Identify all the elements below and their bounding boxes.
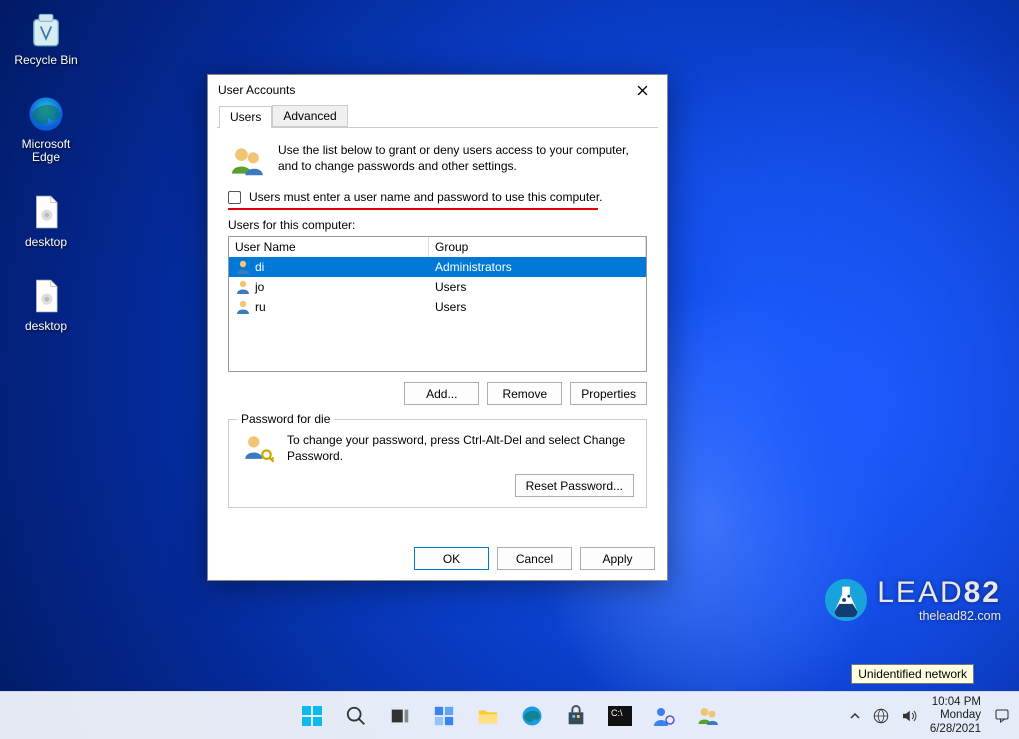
edge-taskbar-button[interactable] <box>512 696 552 736</box>
tab-pane-users: Use the list below to grant or deny user… <box>208 128 667 536</box>
user-row[interactable]: ru Users <box>229 297 646 317</box>
search-icon <box>345 705 367 727</box>
user-group-cell: Users <box>429 278 646 296</box>
users-icon <box>696 704 720 728</box>
folder-icon <box>476 705 500 727</box>
task-view-icon <box>389 705 411 727</box>
speaker-icon <box>900 707 918 725</box>
recycle-bin-icon <box>25 9 67 51</box>
password-group-label: Password for die <box>237 412 334 426</box>
file-icon <box>25 275 67 317</box>
flask-icon <box>823 577 869 623</box>
user-row[interactable]: di Administrators <box>229 257 646 277</box>
password-text: To change your password, press Ctrl-Alt-… <box>287 432 634 466</box>
user-accounts-taskbar-button[interactable] <box>688 696 728 736</box>
clock-time: 10:04 PM <box>930 696 981 709</box>
volume-tray-icon[interactable] <box>898 705 920 727</box>
edge-icon <box>25 93 67 135</box>
key-user-icon <box>241 432 275 466</box>
windows-icon <box>300 704 324 728</box>
user-name-cell: jo <box>255 280 264 294</box>
user-icon <box>235 299 251 315</box>
cancel-button[interactable]: Cancel <box>497 547 572 570</box>
file-icon <box>25 191 67 233</box>
autologon-checkbox[interactable] <box>228 191 241 204</box>
edge-icon <box>520 704 544 728</box>
desktop-icons: Recycle Bin Microsoft Edge desktop deskt… <box>8 5 84 337</box>
system-tray: 10:04 PM Monday 6/28/2021 <box>846 692 1013 739</box>
tabstrip: Users Advanced <box>217 105 658 128</box>
network-tray-icon[interactable] <box>870 705 892 727</box>
close-icon <box>637 85 648 96</box>
explorer-button[interactable] <box>468 696 508 736</box>
store-icon <box>565 705 587 727</box>
desktop-icon-edge[interactable]: Microsoft Edge <box>8 89 84 168</box>
search-button[interactable] <box>336 696 376 736</box>
desktop-icon-file[interactable]: desktop <box>8 271 84 337</box>
user-group-cell: Administrators <box>429 258 646 276</box>
users-icon <box>228 142 266 180</box>
notification-icon <box>993 707 1011 725</box>
autologon-checkbox-label[interactable]: Users must enter a user name and passwor… <box>249 190 603 204</box>
desktop-icon-label: desktop <box>25 320 67 333</box>
desktop-icon-label: Microsoft Edge <box>8 138 84 164</box>
add-button[interactable]: Add... <box>404 382 479 405</box>
desktop-icon-label: Recycle Bin <box>14 54 77 67</box>
user-name-cell: ru <box>255 300 266 314</box>
tray-clock[interactable]: 10:04 PM Monday 6/28/2021 <box>930 696 981 736</box>
store-button[interactable] <box>556 696 596 736</box>
user-list-buttons: Add... Remove Properties <box>228 382 647 405</box>
tray-overflow-button[interactable] <box>846 705 864 727</box>
autologon-checkbox-row: Users must enter a user name and passwor… <box>228 190 647 204</box>
user-list-header[interactable]: User Name Group <box>229 237 646 257</box>
desktop-icon-label: desktop <box>25 236 67 249</box>
desktop-icon-file[interactable]: desktop <box>8 187 84 253</box>
user-row[interactable]: jo Users <box>229 277 646 297</box>
task-view-button[interactable] <box>380 696 420 736</box>
tab-users[interactable]: Users <box>219 106 272 128</box>
user-icon <box>235 279 251 295</box>
start-button[interactable] <box>292 696 332 736</box>
reset-password-button[interactable]: Reset Password... <box>515 474 634 497</box>
chevron-up-icon <box>849 710 861 722</box>
terminal-icon: C:\ <box>608 706 632 726</box>
intro-text: Use the list below to grant or deny user… <box>278 142 647 180</box>
settings-people-button[interactable] <box>644 696 684 736</box>
globe-icon <box>872 707 890 725</box>
remove-button[interactable]: Remove <box>487 382 562 405</box>
apply-button[interactable]: Apply <box>580 547 655 570</box>
ok-button[interactable]: OK <box>414 547 489 570</box>
terminal-button[interactable]: C:\ <box>600 696 640 736</box>
network-tooltip: Unidentified network <box>851 664 974 684</box>
tab-advanced[interactable]: Advanced <box>272 105 347 127</box>
svg-text:C:\: C:\ <box>611 708 623 718</box>
taskbar: C:\ 10:04 PM Monday 6/28/2021 <box>0 691 1019 739</box>
desktop-icon-recycle-bin[interactable]: Recycle Bin <box>8 5 84 71</box>
intro-block: Use the list below to grant or deny user… <box>228 142 647 180</box>
clock-date: 6/28/2021 <box>930 723 981 736</box>
user-accounts-dialog: User Accounts Users Advanced Use the lis… <box>207 74 668 581</box>
properties-button[interactable]: Properties <box>570 382 647 405</box>
widgets-button[interactable] <box>424 696 464 736</box>
clock-day: Monday <box>930 709 981 722</box>
column-group[interactable]: Group <box>429 237 646 257</box>
highlight-underline <box>228 208 598 210</box>
titlebar[interactable]: User Accounts <box>208 75 667 105</box>
people-gear-icon <box>652 704 676 728</box>
column-user[interactable]: User Name <box>229 237 429 257</box>
user-icon <box>235 259 251 275</box>
watermark-url: thelead82.com <box>877 610 1001 623</box>
watermark: LEAD82 thelead82.com <box>823 577 1001 623</box>
widgets-icon <box>433 705 455 727</box>
user-group-cell: Users <box>429 298 646 316</box>
watermark-brand: LEAD82 <box>877 578 1001 608</box>
user-list-label: Users for this computer: <box>228 218 647 232</box>
user-name-cell: di <box>255 260 264 274</box>
window-title: User Accounts <box>218 83 295 97</box>
close-button[interactable] <box>627 78 657 102</box>
notifications-button[interactable] <box>991 705 1013 727</box>
password-group: Password for die To change your password… <box>228 419 647 508</box>
user-list[interactable]: User Name Group di Administrators jo Use… <box>228 236 647 372</box>
dialog-footer: OK Cancel Apply <box>208 536 667 580</box>
